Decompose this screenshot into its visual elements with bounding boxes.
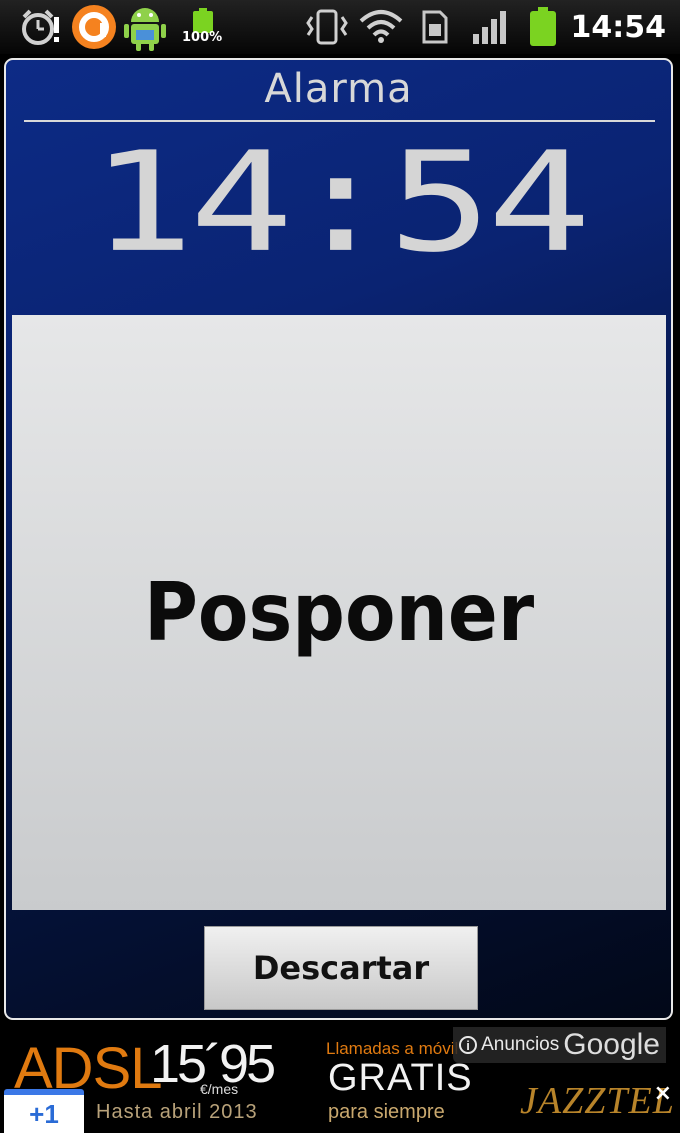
title-divider xyxy=(24,120,655,122)
ad-calls-text: Llamadas a móvil xyxy=(326,1039,459,1058)
ad-per-month: €/mes xyxy=(200,1081,239,1097)
dismiss-button-label: Descartar xyxy=(252,949,430,987)
ad-free-text: GRATIS xyxy=(328,1057,473,1099)
snooze-button-label: Posponer xyxy=(143,566,535,659)
ad-attribution[interactable]: i Anuncios Google xyxy=(453,1027,666,1063)
vibrate-icon xyxy=(304,0,350,54)
ad-label: Anuncios xyxy=(481,1034,560,1055)
status-bar: 100% 14:54 xyxy=(0,0,680,54)
status-time: 14:54 xyxy=(570,10,667,45)
battery-icon xyxy=(526,0,560,54)
ad-forever-text: para siempre xyxy=(328,1101,445,1123)
plus-one-button[interactable]: +1 xyxy=(4,1089,84,1133)
ad-until-text: Hasta abril 2013 xyxy=(96,1101,258,1123)
ad-banner[interactable]: ADSL 15´95 €/mes Hasta abril 2013 Llamad… xyxy=(0,1027,680,1133)
wifi-icon xyxy=(358,0,404,54)
info-icon: i xyxy=(459,1036,478,1054)
dialog-title: Alarma xyxy=(264,66,413,112)
battery-percent: 100% xyxy=(182,30,223,45)
avast-icon xyxy=(70,0,118,54)
alarm-clock-time: 14:54 xyxy=(90,122,591,284)
signal-icon xyxy=(470,0,510,54)
android-icon xyxy=(122,0,168,54)
sim-icon xyxy=(420,0,450,54)
close-icon[interactable]: × xyxy=(654,1081,672,1106)
ad-brand-logo: JAZZTEL xyxy=(520,1080,675,1122)
dismiss-button[interactable]: Descartar xyxy=(204,926,478,1010)
alarm-clock-icon xyxy=(18,0,62,54)
snooze-button[interactable]: Posponer xyxy=(12,315,666,910)
alarm-dialog: Alarma 14:54 Posponer Descartar xyxy=(4,58,673,1020)
ad-google-label: Google xyxy=(563,1028,660,1061)
